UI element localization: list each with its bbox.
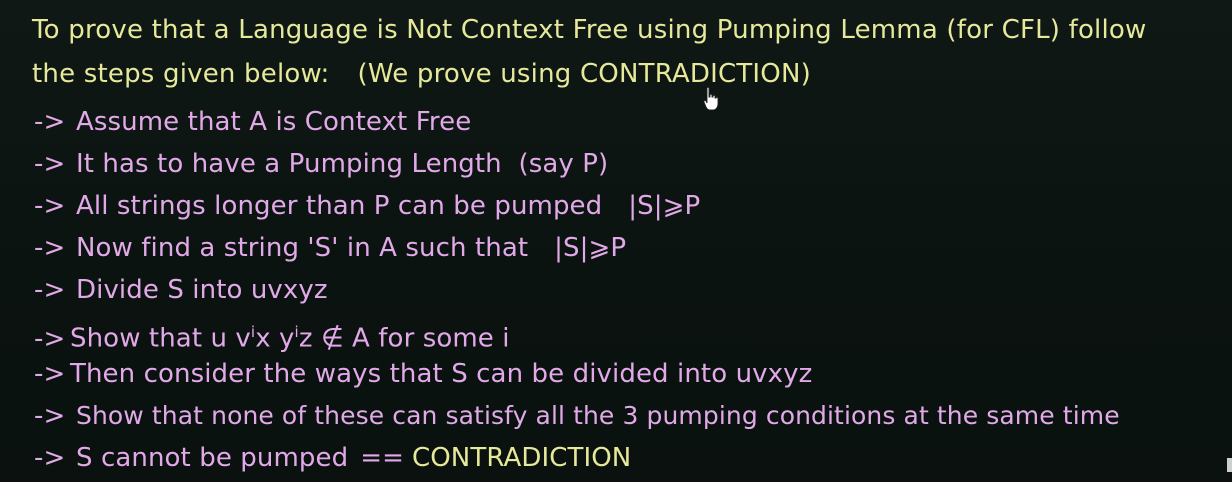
arrow-glyph: ->: [34, 233, 66, 263]
step-text: Divide S into uvxyz: [76, 275, 328, 305]
step-divide-string: -> Divide S into uvxyz: [34, 269, 1224, 311]
step-all-strings-pumped: -> All strings longer than P can be pumpe…: [34, 185, 1224, 227]
intro-text: To prove that a Language is Not Context …: [32, 8, 1212, 96]
steps-list: -> Assume that A is Context Free -> It has…: [34, 101, 1224, 479]
step-text-a: Show that u v: [70, 323, 251, 354]
arrow-glyph: ->: [34, 359, 66, 389]
chalkboard-slide: To prove that a Language is Not Context …: [0, 0, 1232, 482]
step-none-satisfy: -> Show that none of these can satisfy al…: [34, 395, 1224, 437]
contradiction-note: (We prove using CONTRADICTION): [357, 59, 811, 89]
step-text-b: x y: [255, 323, 295, 354]
intro-line-1: To prove that a Language is Not Context …: [32, 15, 1147, 45]
intro-line-2-text: the steps given below:: [32, 59, 330, 89]
step-text: Then consider the ways that S can be div…: [70, 359, 813, 389]
step-assume-cfl: -> Assume that A is Context Free: [34, 101, 1224, 143]
step-show-not-in-a: -> Show that u vix yiz ∉ A for some i: [34, 311, 1224, 354]
step-cannot-pump: -> S cannot be pumped == CONTRADICTION: [34, 437, 1224, 479]
arrow-glyph: ->: [34, 401, 66, 431]
step-text: Show that none of these can satisfy all …: [76, 401, 1120, 430]
length-condition: |S|⩾P: [554, 233, 627, 263]
arrow-glyph: ->: [34, 275, 66, 305]
step-text: All strings longer than P can be pumped: [76, 191, 603, 221]
arrow-glyph: ->: [34, 107, 66, 137]
hand-pointer-icon: [703, 86, 719, 111]
arrow-glyph: ->: [34, 443, 66, 473]
step-find-string: -> Now find a string 'S' in A such that |S…: [34, 227, 1224, 269]
edge-marker: [1227, 458, 1232, 472]
contradiction-label: CONTRADICTION: [411, 443, 632, 473]
arrow-glyph: ->: [34, 191, 66, 221]
step-text: Assume that A is Context Free: [76, 107, 472, 137]
step-text-c: z ∉ A for some i: [298, 323, 510, 354]
step-text: Now find a string 'S' in A such that: [76, 233, 529, 263]
step-text: S cannot be pumped: [76, 443, 349, 473]
arrow-glyph: ->: [34, 149, 66, 179]
step-pumping-length: -> It has to have a Pumping Length (say P…: [34, 143, 1224, 185]
equals-sign: ==: [360, 443, 404, 473]
step-text: It has to have a Pumping Length (say P): [76, 149, 609, 179]
length-condition: |S|⩾P: [628, 191, 701, 221]
step-consider-divisions: -> Then consider the ways that S can be d…: [34, 353, 1224, 395]
intro-line-2: the steps given below: (We prove using CO…: [32, 52, 1212, 96]
